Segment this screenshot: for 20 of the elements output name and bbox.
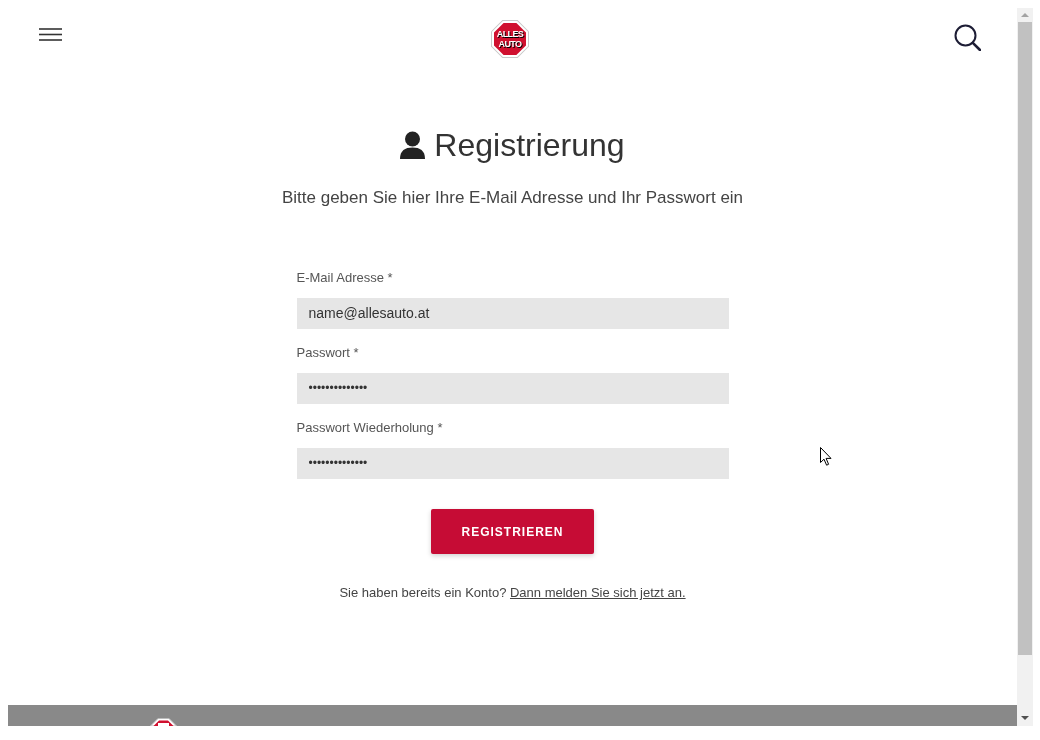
field-label: Passwort Wiederholung *: [296, 419, 443, 437]
menu-icon[interactable]: [39, 28, 62, 41]
scrollbar-thumb[interactable]: [1018, 22, 1032, 655]
login-prompt: Sie haben bereits ein Konto? Dann melden Sie sich jetzt an.: [339, 584, 686, 602]
search-icon[interactable]: [954, 24, 981, 51]
user-icon: [400, 131, 426, 159]
field-label: E-Mail Adresse *: [296, 269, 393, 287]
email-field[interactable]: name@allesauto.at: [296, 298, 729, 329]
page-title: Registrierung: [434, 126, 625, 165]
field-label: Passwort *: [296, 344, 359, 362]
logo[interactable]: ALLES AUTO: [491, 20, 529, 58]
register-button[interactable]: REGISTRIEREN: [431, 509, 594, 554]
scrollbar[interactable]: [1017, 8, 1033, 726]
password-field[interactable]: ••••••••••••••: [296, 373, 729, 404]
password-field[interactable]: ••••••••••••••: [296, 448, 729, 479]
login-link[interactable]: Dann melden Sie sich jetzt an.: [510, 585, 686, 600]
mouse-pointer-icon: [820, 447, 832, 466]
logo-badge-icon[interactable]: [150, 718, 177, 726]
scroll-down-icon[interactable]: [1021, 716, 1029, 720]
page-subtitle: Bitte geben Sie hier Ihre E-Mail Adresse und Ihr Passwort ein: [281, 187, 744, 209]
